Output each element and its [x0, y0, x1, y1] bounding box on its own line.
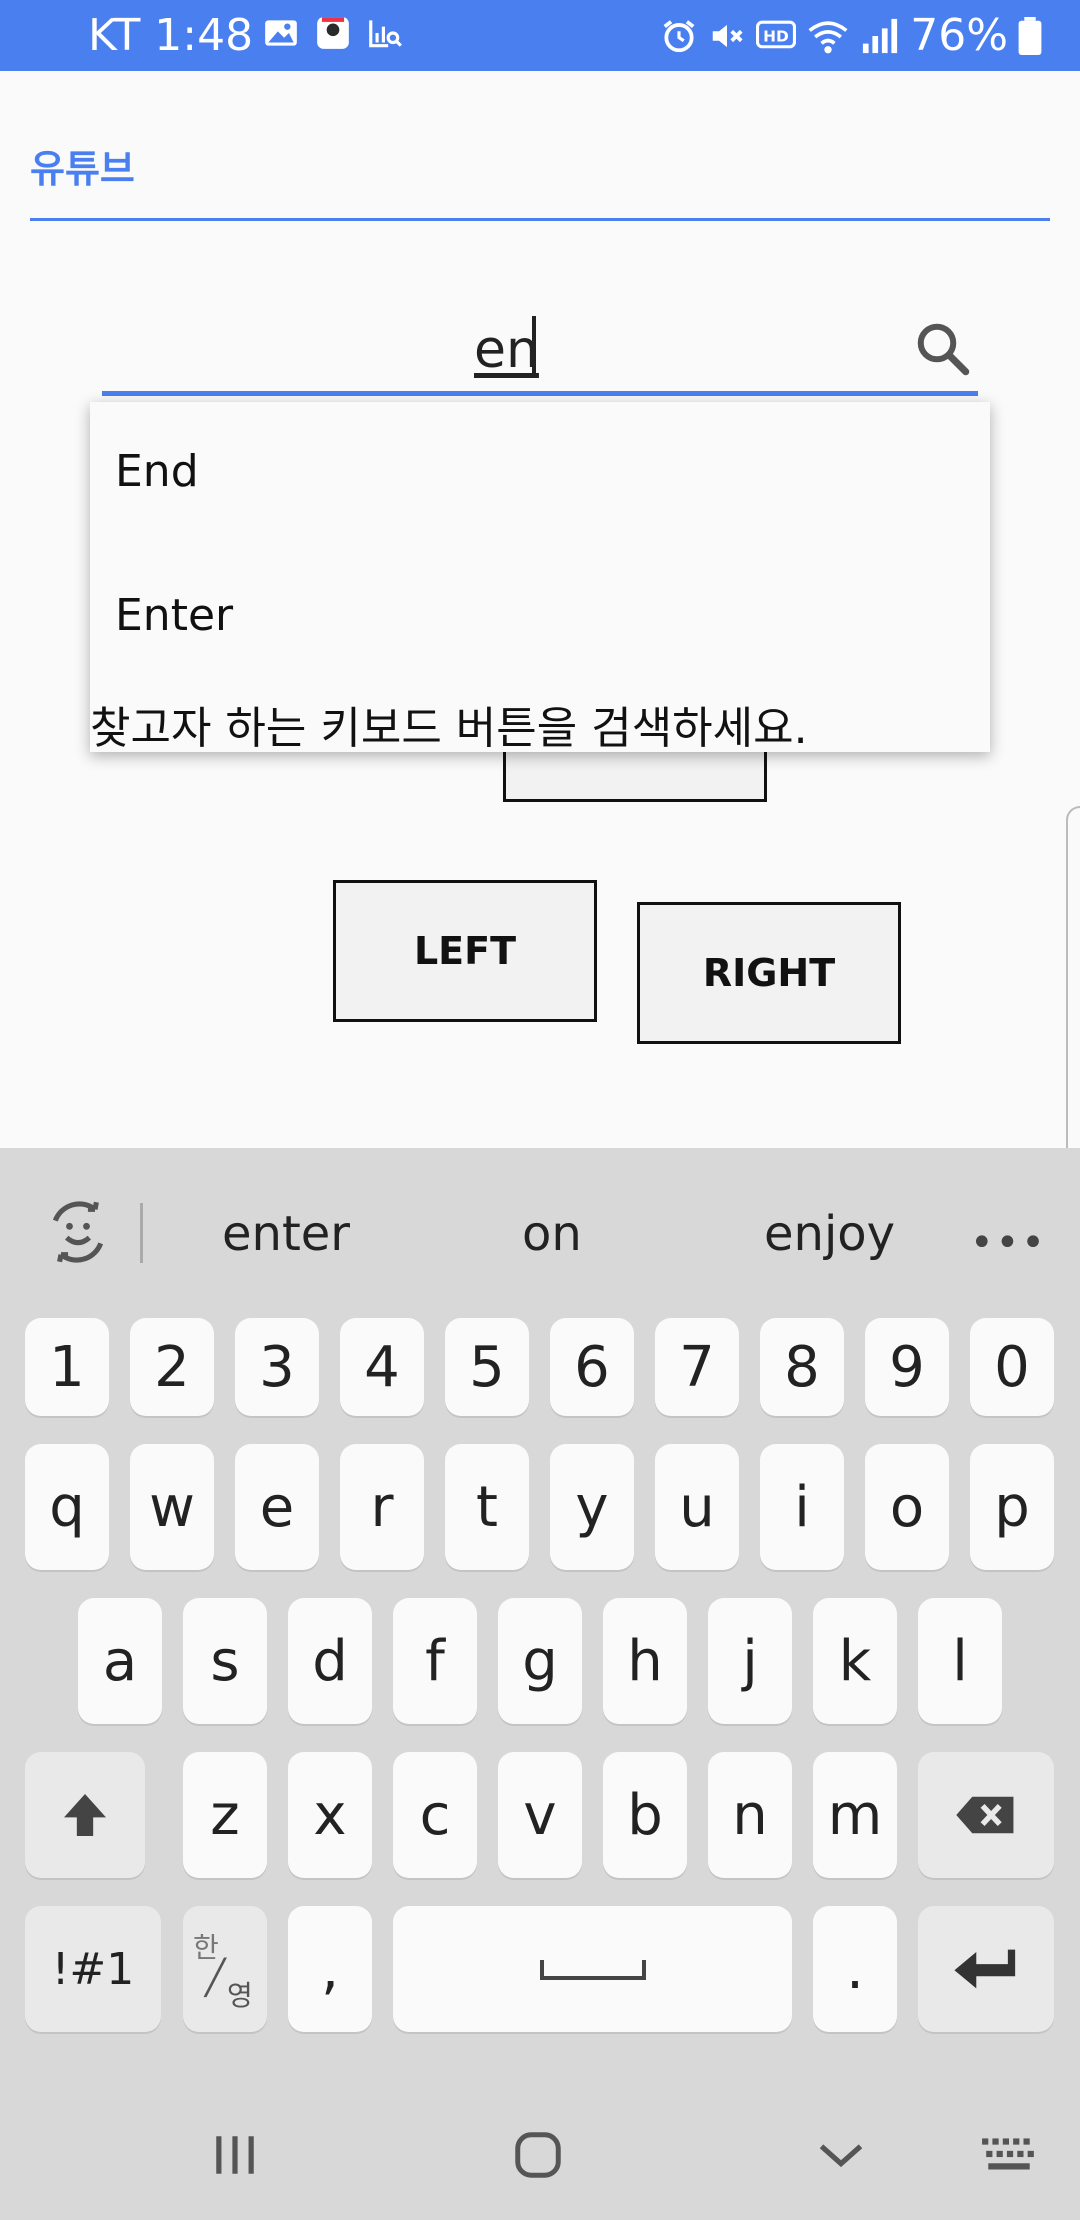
- search-field[interactable]: en: [102, 300, 978, 396]
- shift-icon: [64, 1794, 106, 1836]
- key-k[interactable]: k: [813, 1598, 897, 1724]
- key-i[interactable]: i: [760, 1444, 844, 1570]
- text-cursor: [532, 316, 536, 378]
- map-app-icon: [317, 17, 349, 49]
- tab-indicator: [30, 218, 1050, 221]
- svg-text:HD: HD: [763, 27, 789, 45]
- key-d[interactable]: d: [288, 1598, 372, 1724]
- key-e[interactable]: e: [235, 1444, 319, 1570]
- suggestion-enjoy[interactable]: enjoy: [764, 1206, 895, 1262]
- recent-apps-button[interactable]: [200, 2120, 270, 2190]
- battery-icon: [1018, 16, 1042, 55]
- symbols-key[interactable]: !#1: [25, 1906, 161, 2032]
- key-b[interactable]: b: [603, 1752, 687, 1878]
- left-button[interactable]: LEFT: [333, 880, 597, 1022]
- backspace-key[interactable]: [918, 1752, 1054, 1878]
- emoji-icon[interactable]: [44, 1198, 112, 1266]
- key-p[interactable]: p: [970, 1444, 1054, 1570]
- chevron-down-icon: [819, 2144, 863, 2168]
- key-s[interactable]: s: [183, 1598, 267, 1724]
- key-6[interactable]: 6: [550, 1318, 634, 1416]
- status-bar: KT 1:48 HD 76%: [0, 0, 1080, 71]
- key-q[interactable]: q: [25, 1444, 109, 1570]
- key-j[interactable]: j: [708, 1598, 792, 1724]
- key-z[interactable]: z: [183, 1752, 267, 1878]
- key-2[interactable]: 2: [130, 1318, 214, 1416]
- key-y[interactable]: y: [550, 1444, 634, 1570]
- tab-youtube[interactable]: 유튜브: [30, 138, 135, 193]
- key-9[interactable]: 9: [865, 1318, 949, 1416]
- key-0[interactable]: 0: [970, 1318, 1054, 1416]
- home-icon: [515, 2132, 561, 2178]
- gallery-icon: [265, 20, 297, 46]
- suggestion-enter[interactable]: enter: [222, 1206, 350, 1262]
- mute-icon: [712, 24, 743, 47]
- suggestion-on[interactable]: on: [522, 1206, 582, 1262]
- key-3[interactable]: 3: [235, 1318, 319, 1416]
- wifi-icon: [808, 20, 848, 53]
- keyboard-switch-button[interactable]: [974, 2120, 1044, 2190]
- status-notification-icons: [262, 14, 404, 52]
- suggestion-item-enter[interactable]: Enter: [115, 590, 233, 641]
- comma-key[interactable]: ,: [288, 1906, 372, 2032]
- suggestion-divider: [140, 1203, 143, 1263]
- key-w[interactable]: w: [130, 1444, 214, 1570]
- recent-apps-icon: [216, 2136, 254, 2174]
- key-c[interactable]: c: [393, 1752, 477, 1878]
- search-hint: 찾고자 하는 키보드 버튼을 검색하세요.: [90, 703, 808, 754]
- key-n[interactable]: n: [708, 1752, 792, 1878]
- hide-keyboard-button[interactable]: [806, 2120, 876, 2190]
- key-r[interactable]: r: [340, 1444, 424, 1570]
- key-8[interactable]: 8: [760, 1318, 844, 1416]
- right-button[interactable]: RIGHT: [637, 902, 901, 1044]
- key-1[interactable]: 1: [25, 1318, 109, 1416]
- backspace-icon: [956, 1796, 1014, 1834]
- autocomplete-dropdown: End Enter 찾고자 하는 키보드 버튼을 검색하세요.: [90, 402, 990, 754]
- key-h[interactable]: h: [603, 1598, 687, 1724]
- lang-key-english: 영: [227, 1979, 253, 2012]
- navigation-bar: [0, 2080, 1080, 2220]
- language-toggle-key[interactable]: 한 ╱ 영: [183, 1906, 267, 2032]
- suggestion-bar: enter on enjoy •••: [0, 1148, 1080, 1318]
- key-a[interactable]: a: [78, 1598, 162, 1724]
- home-button[interactable]: [503, 2120, 573, 2190]
- key-o[interactable]: o: [865, 1444, 949, 1570]
- enter-icon: [954, 1949, 1016, 1989]
- carrier-time: KT 1:48: [88, 10, 254, 61]
- keyboard-icon: [982, 2138, 1034, 2170]
- search-input[interactable]: en: [474, 320, 539, 380]
- key-f[interactable]: f: [393, 1598, 477, 1724]
- key-t[interactable]: t: [445, 1444, 529, 1570]
- space-key[interactable]: [393, 1906, 792, 2032]
- key-g[interactable]: g: [498, 1598, 582, 1724]
- shift-key[interactable]: [25, 1752, 145, 1878]
- battery-percent: 76%: [910, 10, 1008, 61]
- signal-icon: [863, 18, 898, 53]
- alarm-icon: [663, 19, 695, 52]
- key-v[interactable]: v: [498, 1752, 582, 1878]
- more-options-icon[interactable]: •••: [970, 1220, 1047, 1266]
- hd-icon: HD: [756, 20, 797, 48]
- key-l[interactable]: l: [918, 1598, 1002, 1724]
- status-system-icons: HD 76%: [660, 10, 1042, 61]
- key-m[interactable]: m: [813, 1752, 897, 1878]
- space-bar-icon: [539, 1960, 646, 1980]
- key-5[interactable]: 5: [445, 1318, 529, 1416]
- keyboard: enter on enjoy ••• 1 2 3 4 5 6 7 8 9 0 q…: [0, 1148, 1080, 2080]
- enter-key[interactable]: [918, 1906, 1054, 2032]
- lang-key-slash: ╱: [205, 1958, 226, 1998]
- search-icon[interactable]: [912, 318, 972, 378]
- suggestion-item-end[interactable]: End: [115, 446, 199, 497]
- key-u[interactable]: u: [655, 1444, 739, 1570]
- key-x[interactable]: x: [288, 1752, 372, 1878]
- chart-search-icon: [369, 20, 402, 48]
- key-7[interactable]: 7: [655, 1318, 739, 1416]
- period-key[interactable]: .: [813, 1906, 897, 2032]
- key-4[interactable]: 4: [340, 1318, 424, 1416]
